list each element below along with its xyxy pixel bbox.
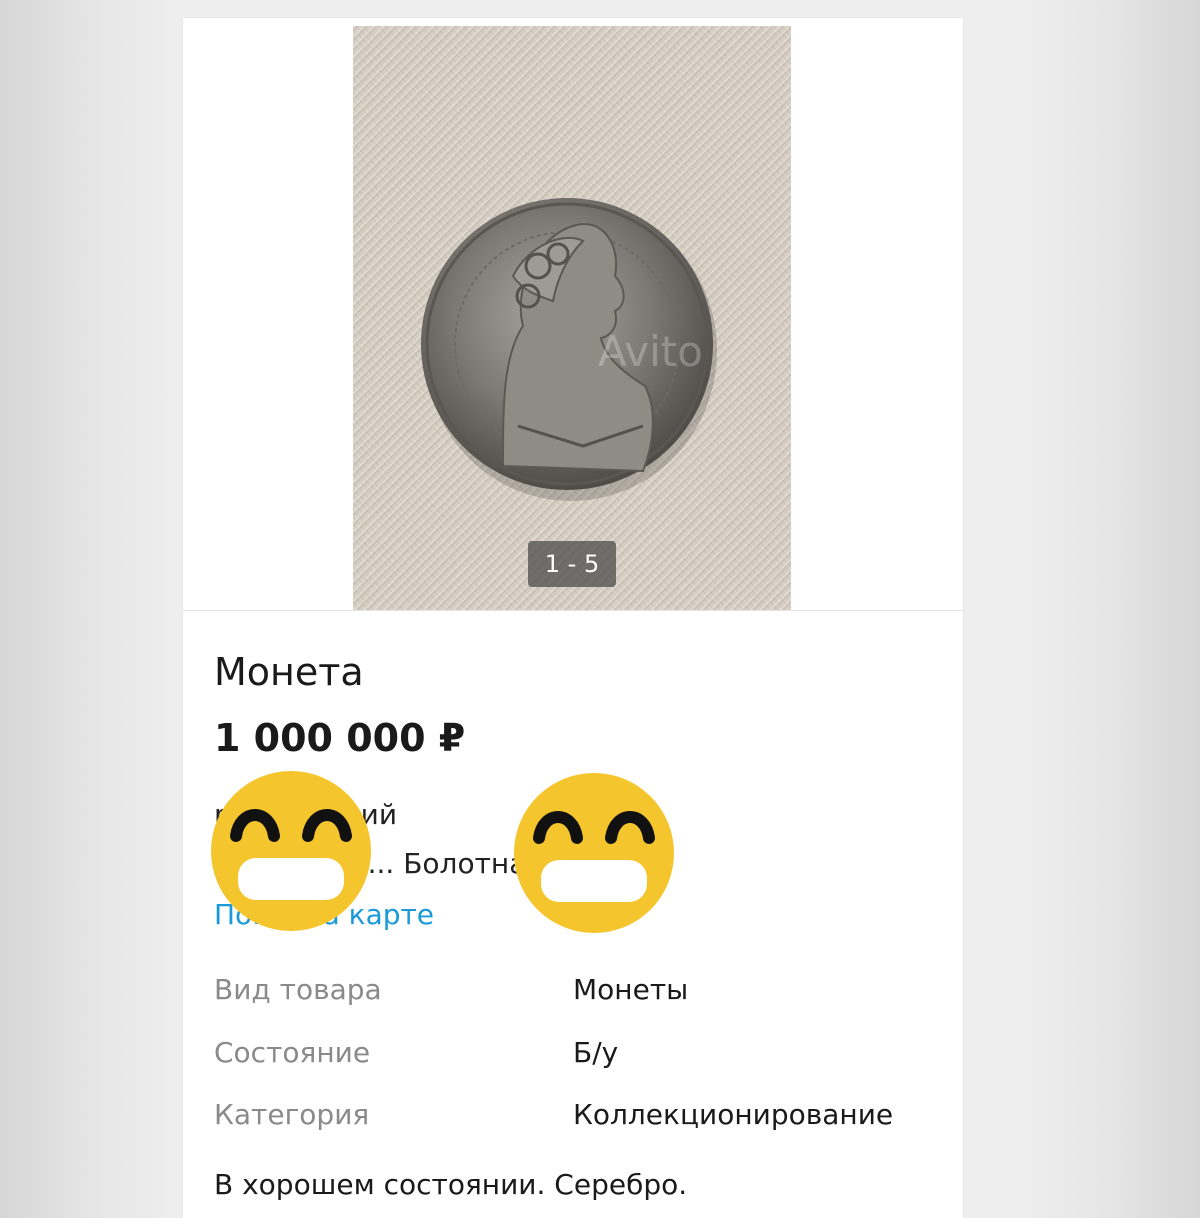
divider bbox=[183, 610, 963, 611]
grinning-emoji-icon bbox=[514, 773, 674, 933]
property-value-type: Монеты bbox=[573, 973, 689, 1006]
property-value-condition: Б/у bbox=[573, 1036, 619, 1069]
property-label-category: Категория bbox=[214, 1098, 370, 1131]
property-value-category: Коллекционирование bbox=[573, 1098, 894, 1131]
photo-gallery[interactable]: Avito 1 - 5 bbox=[183, 26, 963, 610]
grinning-emoji-icon bbox=[211, 771, 371, 931]
listing-card: Avito 1 - 5 Монета 1 000 000 ₽ р... ...р… bbox=[183, 18, 963, 1218]
listing-title: Монета bbox=[214, 650, 364, 694]
listing-description: В хорошем состоянии. Серебро. bbox=[214, 1168, 688, 1201]
avito-watermark: Avito bbox=[598, 327, 703, 376]
property-label-type: Вид товара bbox=[214, 973, 382, 1006]
listing-price: 1 000 000 ₽ bbox=[214, 716, 466, 760]
photo-counter: 1 - 5 bbox=[528, 541, 616, 587]
property-label-condition: Состояние bbox=[214, 1036, 371, 1069]
listing-photo[interactable]: Avito bbox=[353, 26, 791, 610]
